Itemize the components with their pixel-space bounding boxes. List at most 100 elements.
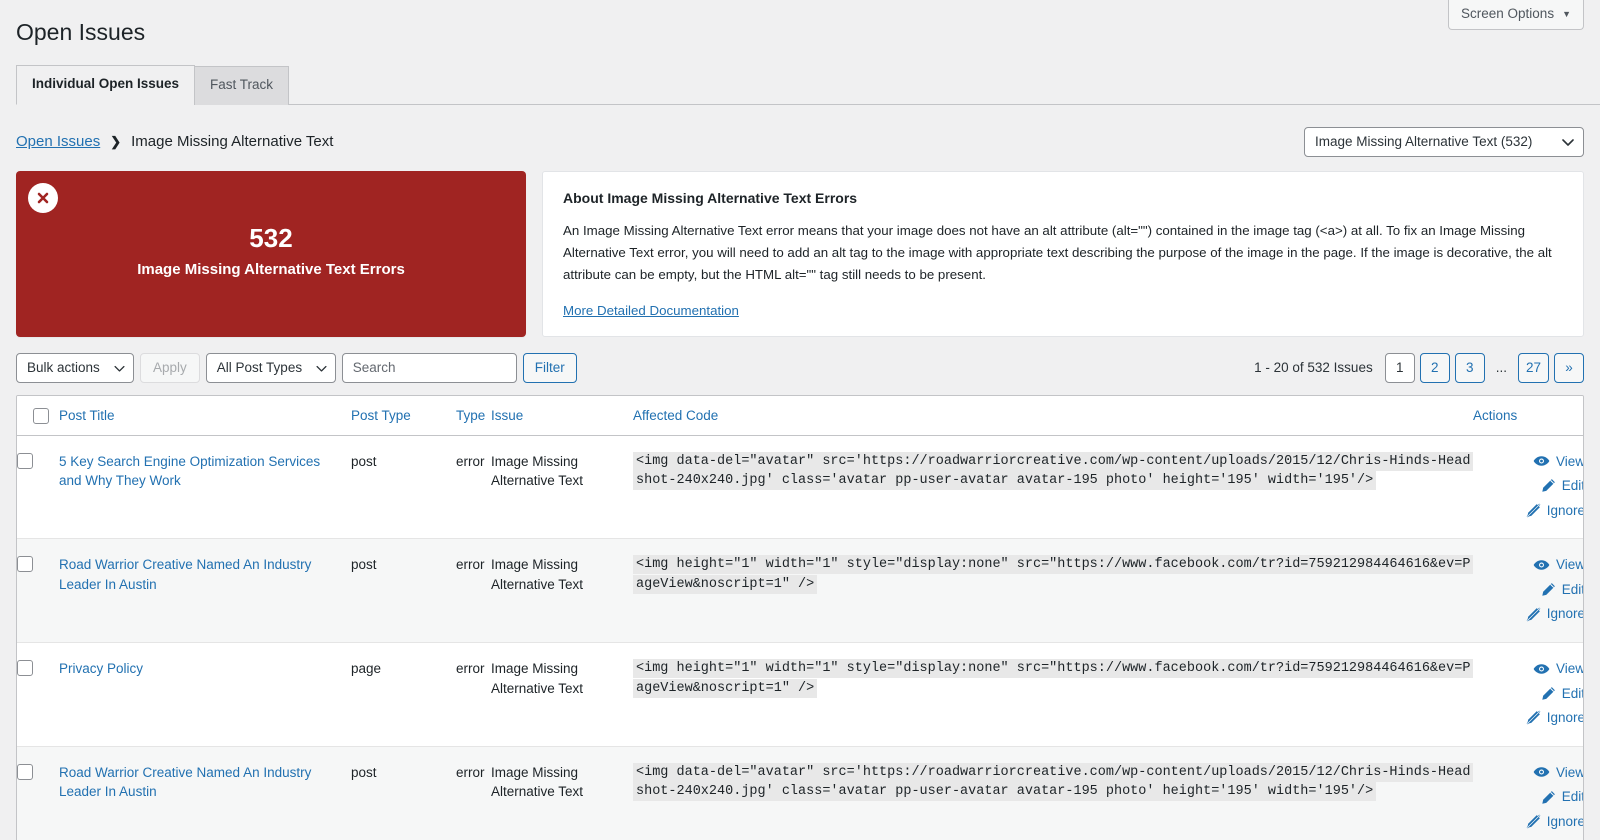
pencil-icon [1541, 790, 1556, 805]
about-body: An Image Missing Alternative Text error … [563, 222, 1552, 282]
ignore-label: Ignore [1546, 710, 1584, 726]
next-page-button[interactable]: » [1554, 352, 1584, 383]
ignore-action[interactable]: Ignore [1526, 501, 1583, 521]
table-header-row: Post Title Post Type Type Issue Affected… [17, 395, 1583, 436]
header-affected-code[interactable]: Affected Code [633, 395, 1473, 436]
page-title: Open Issues [16, 19, 146, 45]
cell-post-title: 5 Key Search Engine Optimization Service… [59, 435, 351, 540]
affected-code-text: <img height="1" width="1" style="display… [633, 658, 1474, 698]
post-title-link[interactable]: 5 Key Search Engine Optimization Service… [59, 452, 351, 491]
filter-button[interactable]: Filter [522, 352, 577, 383]
view-label: View [1555, 557, 1584, 573]
row-checkbox-cell [17, 538, 59, 643]
edit-action[interactable]: Edit [1541, 787, 1584, 807]
affected-code-text: <img data-del="avatar" src='https://road… [633, 451, 1474, 491]
eye-icon [1533, 766, 1550, 778]
ignore-icon [1526, 607, 1541, 622]
error-x-icon [28, 182, 58, 213]
cell-affected-code: <img data-del="avatar" src='https://road… [633, 746, 1474, 840]
row-checkbox[interactable] [17, 452, 33, 469]
post-title-link[interactable]: Road Warrior Creative Named An Industry … [59, 555, 351, 594]
about-title: About Image Missing Alternative Text Err… [563, 189, 858, 206]
issues-table: Post Title Post Type Type Issue Affected… [17, 395, 1584, 840]
cell-type: error [456, 435, 491, 540]
tab-fast-track[interactable]: Fast Track [194, 65, 290, 105]
cell-actions: View Edit Ignore [1473, 642, 1584, 747]
edit-action[interactable]: Edit [1541, 476, 1583, 496]
view-action[interactable]: View [1533, 555, 1584, 575]
chevron-down-icon [114, 361, 125, 375]
ignore-action[interactable]: Ignore [1526, 812, 1584, 832]
page-number: 1 [1395, 360, 1404, 376]
filter-label: Filter [534, 360, 565, 376]
ignore-icon [1526, 503, 1541, 518]
affected-code-text: <img data-del="avatar" src='https://road… [633, 762, 1474, 802]
edit-label: Edit [1561, 685, 1584, 701]
ignore-label: Ignore [1546, 606, 1584, 622]
header-type: Type [456, 395, 491, 436]
edit-action[interactable]: Edit [1541, 580, 1583, 600]
cell-issue: Image Missing Alternative Text [491, 435, 633, 540]
page-number: 2 [1430, 360, 1439, 376]
post-title-link[interactable]: Road Warrior Creative Named An Industry … [59, 763, 351, 802]
about-card: About Image Missing Alternative Text Err… [542, 170, 1584, 337]
tab-individual-open-issues[interactable]: Individual Open Issues [16, 64, 196, 105]
issues-table-body: 5 Key Search Engine Optimization Service… [17, 435, 1584, 840]
post-title-link[interactable]: Privacy Policy [59, 659, 153, 679]
apply-button[interactable]: Apply [140, 352, 200, 383]
page-button-2[interactable]: 2 [1419, 352, 1450, 383]
eye-icon [1533, 663, 1550, 675]
issue-type-select[interactable]: Image Missing Alternative Text (532) [1304, 126, 1584, 157]
header-post-type[interactable]: Post Type [351, 395, 456, 436]
view-action[interactable]: View [1533, 452, 1583, 472]
cell-issue: Image Missing Alternative Text [491, 746, 633, 840]
page-button-1[interactable]: 1 [1384, 352, 1415, 383]
cell-post-type: post [351, 435, 456, 540]
summary-cards-row: 532 Image Missing Alternative Text Error… [16, 170, 1584, 337]
cell-actions: View Edit Ignore [1473, 538, 1584, 643]
search-placeholder: Search [352, 359, 396, 375]
pencil-icon [1541, 686, 1556, 701]
header-actions: Actions [1473, 395, 1583, 436]
row-actions: View Edit Ignore [1473, 555, 1584, 624]
bulk-actions-select[interactable]: Bulk actions [16, 352, 134, 383]
edit-label: Edit [1561, 789, 1584, 805]
cell-actions: View Edit Ignore [1473, 435, 1583, 540]
cell-post-title: Privacy Policy [59, 642, 351, 747]
page-button-3[interactable]: 3 [1454, 352, 1485, 383]
apply-label: Apply [153, 360, 187, 376]
view-action[interactable]: View [1533, 659, 1583, 679]
screen-options-button[interactable]: Screen Options ▼ [1448, 0, 1584, 31]
issues-table-head: Post Title Post Type Type Issue Affected… [17, 395, 1583, 436]
cell-post-type: page [351, 642, 456, 747]
ignore-action[interactable]: Ignore [1526, 708, 1584, 728]
view-action[interactable]: View [1533, 763, 1583, 783]
edit-action[interactable]: Edit [1541, 684, 1584, 704]
table-row: Road Warrior Creative Named An Industry … [17, 746, 1584, 840]
cell-type: error [456, 538, 491, 643]
more-detailed-documentation-link[interactable]: More Detailed Documentation [563, 303, 739, 318]
cell-post-type: post [351, 538, 456, 643]
page-button-last[interactable]: 27 [1517, 352, 1549, 383]
tab-label: Fast Track [210, 76, 274, 92]
post-type-value: All Post Types [216, 359, 303, 375]
breadcrumb-current: Image Missing Alternative Text [131, 133, 334, 151]
screen-options-bar: Screen Options ▼ [1448, 0, 1584, 31]
breadcrumb-separator-icon: ❯ [110, 133, 122, 149]
search-input[interactable]: Search [341, 352, 517, 383]
pagination-ellipsis: ... [1495, 360, 1507, 376]
row-checkbox[interactable] [17, 556, 33, 573]
table-row: 5 Key Search Engine Optimization Service… [17, 435, 1583, 540]
breadcrumb-link-open-issues[interactable]: Open Issues [16, 133, 100, 150]
cell-post-title: Road Warrior Creative Named An Industry … [59, 538, 351, 643]
post-type-select[interactable]: All Post Types [205, 352, 336, 383]
ignore-label: Ignore [1546, 813, 1584, 829]
select-all-checkbox[interactable] [33, 407, 49, 424]
row-actions: View Edit Ignore [1473, 763, 1584, 832]
row-checkbox[interactable] [17, 763, 33, 780]
header-select-all [17, 395, 59, 436]
ignore-action[interactable]: Ignore [1526, 604, 1584, 624]
row-checkbox[interactable] [17, 659, 33, 676]
cell-post-title: Road Warrior Creative Named An Industry … [59, 746, 351, 840]
header-post-title[interactable]: Post Title [59, 395, 351, 436]
